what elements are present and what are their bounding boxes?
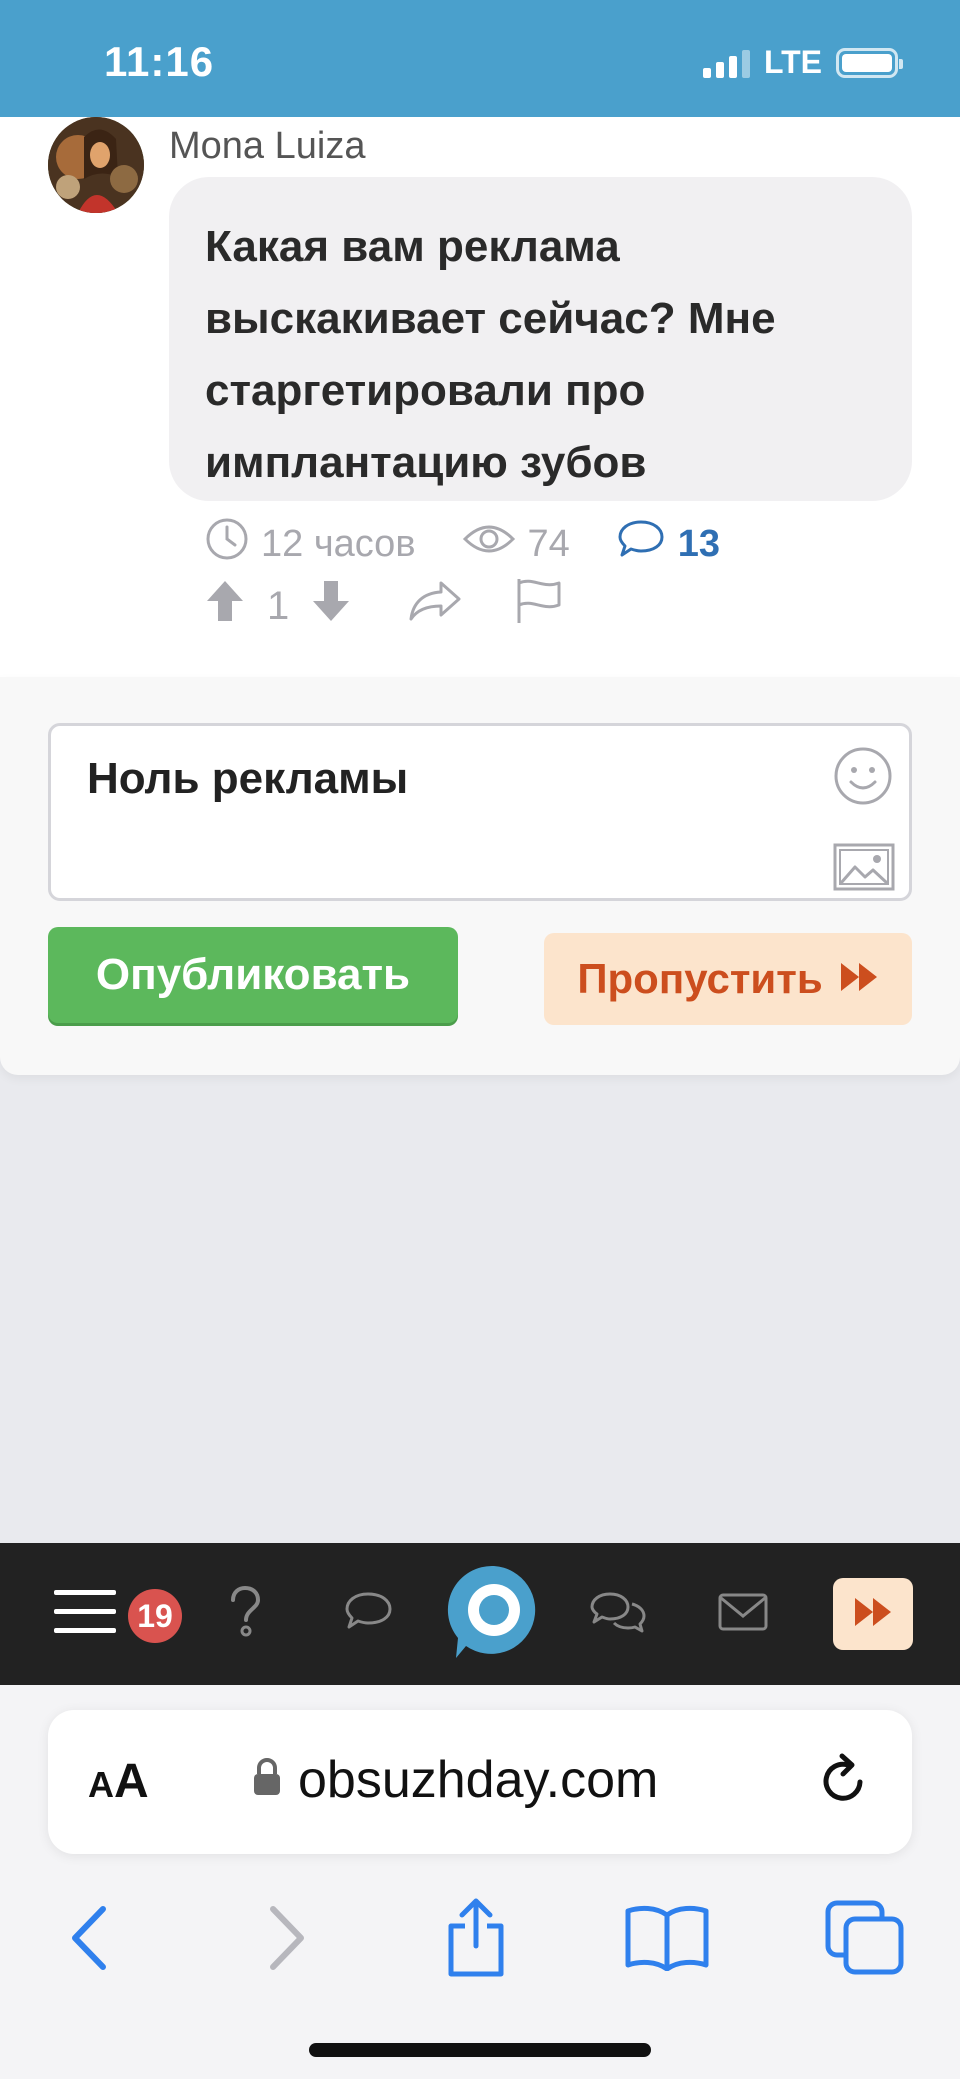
menu-button[interactable] — [50, 1543, 120, 1685]
status-indicators: LTE — [702, 44, 903, 81]
back-button[interactable] — [54, 1885, 124, 1995]
hamburger-icon — [52, 1587, 118, 1642]
nav-comments[interactable] — [338, 1543, 398, 1685]
clock-icon — [205, 517, 249, 571]
fast-forward-icon — [853, 1596, 893, 1633]
share-icon — [443, 1898, 509, 1983]
nav-home-logo[interactable] — [444, 1543, 544, 1685]
post-time-label: 12 часов — [261, 522, 416, 565]
downvote-arrow-icon[interactable] — [311, 579, 351, 633]
reload-icon — [816, 1753, 872, 1814]
avatar[interactable] — [48, 117, 144, 213]
chevron-left-icon — [67, 1905, 111, 1976]
site-bottom-nav: 19 — [0, 1543, 960, 1685]
network-type: LTE — [763, 44, 822, 80]
site-logo-icon — [444, 1562, 544, 1667]
battery-icon — [836, 47, 903, 78]
post-comments-link[interactable]: 13 — [616, 517, 720, 571]
text-size-button[interactable]: AA — [88, 1754, 149, 1809]
comment-input[interactable]: Ноль рекламы — [48, 723, 912, 901]
bookmarks-button[interactable] — [622, 1885, 712, 1995]
input-tools — [833, 746, 895, 902]
vote-controls: 1 — [205, 579, 351, 633]
book-icon — [624, 1905, 710, 1976]
upvote-arrow-icon[interactable] — [205, 579, 245, 633]
post-author[interactable]: Mona Luiza — [169, 125, 365, 168]
address-bar[interactable]: AA obsuzhday.com — [48, 1710, 912, 1854]
share-button[interactable] — [436, 1885, 516, 1995]
emoji-icon[interactable] — [833, 746, 895, 817]
post-comments-count: 13 — [677, 522, 721, 565]
tabs-button[interactable] — [820, 1885, 910, 1995]
post-card: Mona Luiza Какая вам реклама выскакивает… — [0, 117, 960, 677]
reply-panel: Ноль рекламы Опубликовать Пропустить — [0, 677, 960, 1075]
post-views-count: 74 — [527, 522, 570, 565]
text-size-label-small: A — [88, 1764, 114, 1805]
text-size-label-large: A — [114, 1755, 149, 1808]
post-meta: 12 часов 74 13 — [205, 517, 766, 571]
comment-icon — [616, 517, 666, 571]
envelope-icon — [717, 1592, 769, 1637]
status-bar: 11:16 LTE — [0, 0, 960, 117]
chevron-right-icon — [265, 1905, 309, 1976]
skip-button-label: Пропустить — [577, 955, 823, 1002]
url-text: obsuzhday.com — [298, 1751, 659, 1809]
comment-input-text: Ноль рекламы — [87, 754, 409, 803]
skip-nav-button[interactable] — [833, 1578, 913, 1650]
skip-button[interactable]: Пропустить — [544, 933, 912, 1025]
question-icon — [227, 1585, 263, 1643]
speech-bubble-icon — [342, 1590, 394, 1639]
image-upload-icon[interactable] — [833, 843, 895, 902]
nav-questions[interactable] — [215, 1543, 275, 1685]
chat-bubbles-icon — [588, 1588, 648, 1641]
flag-icon[interactable] — [513, 577, 563, 635]
post-actions: 1 — [205, 577, 563, 635]
nav-discussions[interactable] — [585, 1543, 651, 1685]
post-time: 12 часов — [205, 517, 416, 571]
share-icon[interactable] — [407, 579, 463, 633]
publish-button[interactable]: Опубликовать — [48, 927, 458, 1023]
reload-button[interactable] — [816, 1752, 872, 1815]
nav-messages[interactable] — [713, 1543, 773, 1685]
eye-icon — [462, 519, 516, 569]
fast-forward-icon — [839, 955, 879, 1003]
post-views: 74 — [462, 519, 570, 569]
lock-icon — [252, 1750, 282, 1810]
vote-score: 1 — [267, 583, 290, 628]
browser-toolbar — [0, 1885, 960, 1995]
url-display[interactable]: obsuzhday.com — [252, 1750, 658, 1810]
status-time: 11:16 — [104, 38, 215, 85]
tabs-icon — [825, 1900, 905, 1981]
signal-icon — [702, 48, 750, 78]
home-indicator — [309, 2043, 651, 2057]
notifications-badge: 19 — [128, 1589, 182, 1643]
forward-button[interactable] — [252, 1885, 322, 1995]
browser-chrome: AA obsuzhday.com — [0, 1685, 960, 2079]
post-text: Какая вам реклама выскакивает сейчас? Мн… — [169, 177, 912, 501]
